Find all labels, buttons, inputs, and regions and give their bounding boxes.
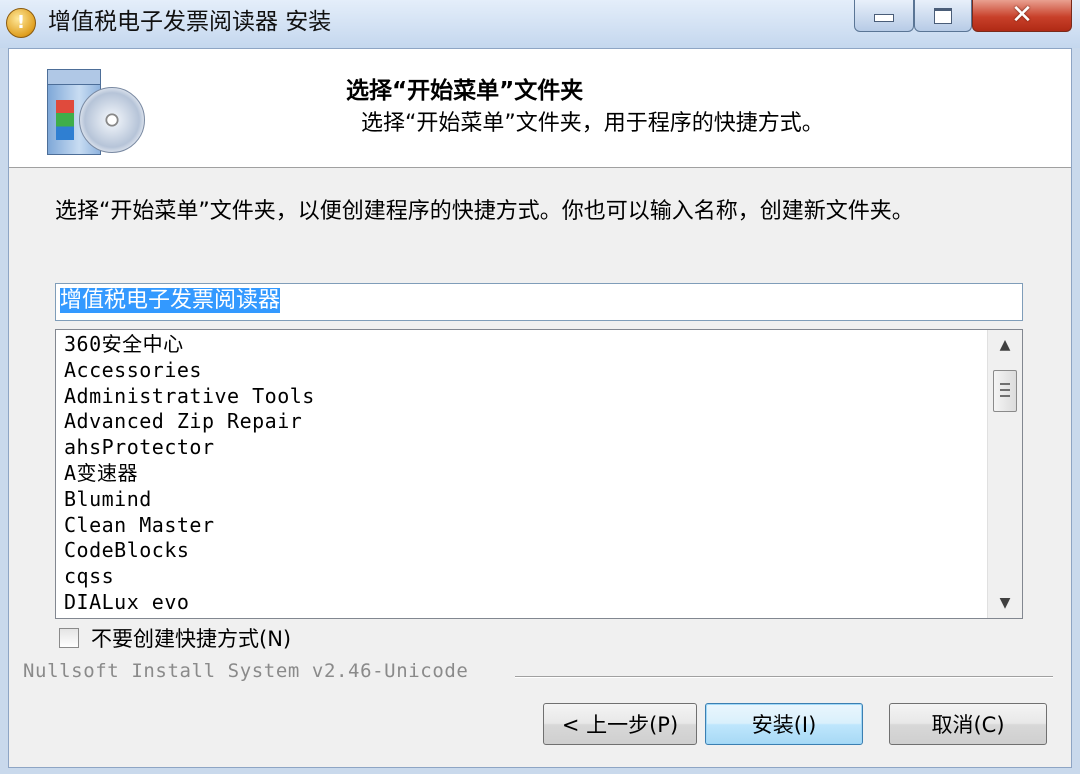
no-shortcuts-label[interactable]: 不要创建快捷方式(N) <box>91 625 291 653</box>
installer-app-icon: ! <box>6 8 36 38</box>
header-band: 选择“开始菜单”文件夹 选择“开始菜单”文件夹，用于程序的快捷方式。 <box>9 49 1071 168</box>
folder-list-item[interactable]: cqss <box>64 564 315 590</box>
close-icon: ✕ <box>1011 0 1033 30</box>
no-shortcuts-checkbox[interactable] <box>59 628 79 648</box>
maximize-icon <box>934 8 952 24</box>
install-button[interactable]: 安装(I) <box>705 703 863 745</box>
close-button[interactable]: ✕ <box>972 0 1072 32</box>
folder-input-selected-text: 增值税电子发票阅读器 <box>60 288 281 313</box>
instruction-text: 选择“开始菜单”文件夹，以便创建程序的快捷方式。你也可以输入名称，创建新文件夹。 <box>55 199 914 224</box>
cancel-button[interactable]: 取消(C) <box>889 703 1047 745</box>
scroll-down-icon[interactable]: ▼ <box>988 588 1022 618</box>
start-menu-folder-list[interactable]: 360安全中心 Accessories Administrative Tools Ad… <box>55 329 1023 619</box>
scroll-thumb[interactable] <box>993 370 1017 412</box>
page-title: 选择“开始菜单”文件夹 <box>346 78 584 104</box>
minimize-button[interactable] <box>854 0 914 32</box>
folder-list-item[interactable]: DIALux evo <box>64 590 315 616</box>
folder-list-item[interactable]: Accessories <box>64 358 315 384</box>
folder-list-item[interactable]: Advanced Zip Repair <box>64 409 315 435</box>
title-bar: ! 增值税电子发票阅读器 安装 ✕ <box>0 0 1080 48</box>
scroll-up-icon[interactable]: ▲ <box>988 330 1022 360</box>
folder-list-item[interactable]: CodeBlocks <box>64 538 315 564</box>
list-scrollbar[interactable]: ▲ ▼ <box>987 330 1022 618</box>
folder-list-item[interactable]: Blumind <box>64 487 315 513</box>
page-subtitle: 选择“开始菜单”文件夹，用于程序的快捷方式。 <box>361 111 824 136</box>
nsis-branding-text: Nullsoft Install System v2.46-Unicode <box>23 660 469 682</box>
installer-dialog: 选择“开始菜单”文件夹 选择“开始菜单”文件夹，用于程序的快捷方式。 选择“开始… <box>8 48 1072 768</box>
back-button[interactable]: < 上一步(P) <box>543 703 697 745</box>
footer-divider <box>515 676 1053 678</box>
folder-list-item[interactable]: 360安全中心 <box>64 332 315 358</box>
minimize-icon <box>874 14 894 22</box>
folder-list-item[interactable]: A变速器 <box>64 461 315 487</box>
maximize-button[interactable] <box>914 0 972 32</box>
folder-list-item[interactable]: Clean Master <box>64 513 315 539</box>
folder-list-item[interactable]: ahsProtector <box>64 435 315 461</box>
start-menu-folder-input[interactable]: 增值税电子发票阅读器 <box>55 283 1023 321</box>
cd-disc-icon <box>79 87 145 153</box>
window-title: 增值税电子发票阅读器 安装 <box>48 9 332 35</box>
folder-list-item[interactable]: Administrative Tools <box>64 384 315 410</box>
